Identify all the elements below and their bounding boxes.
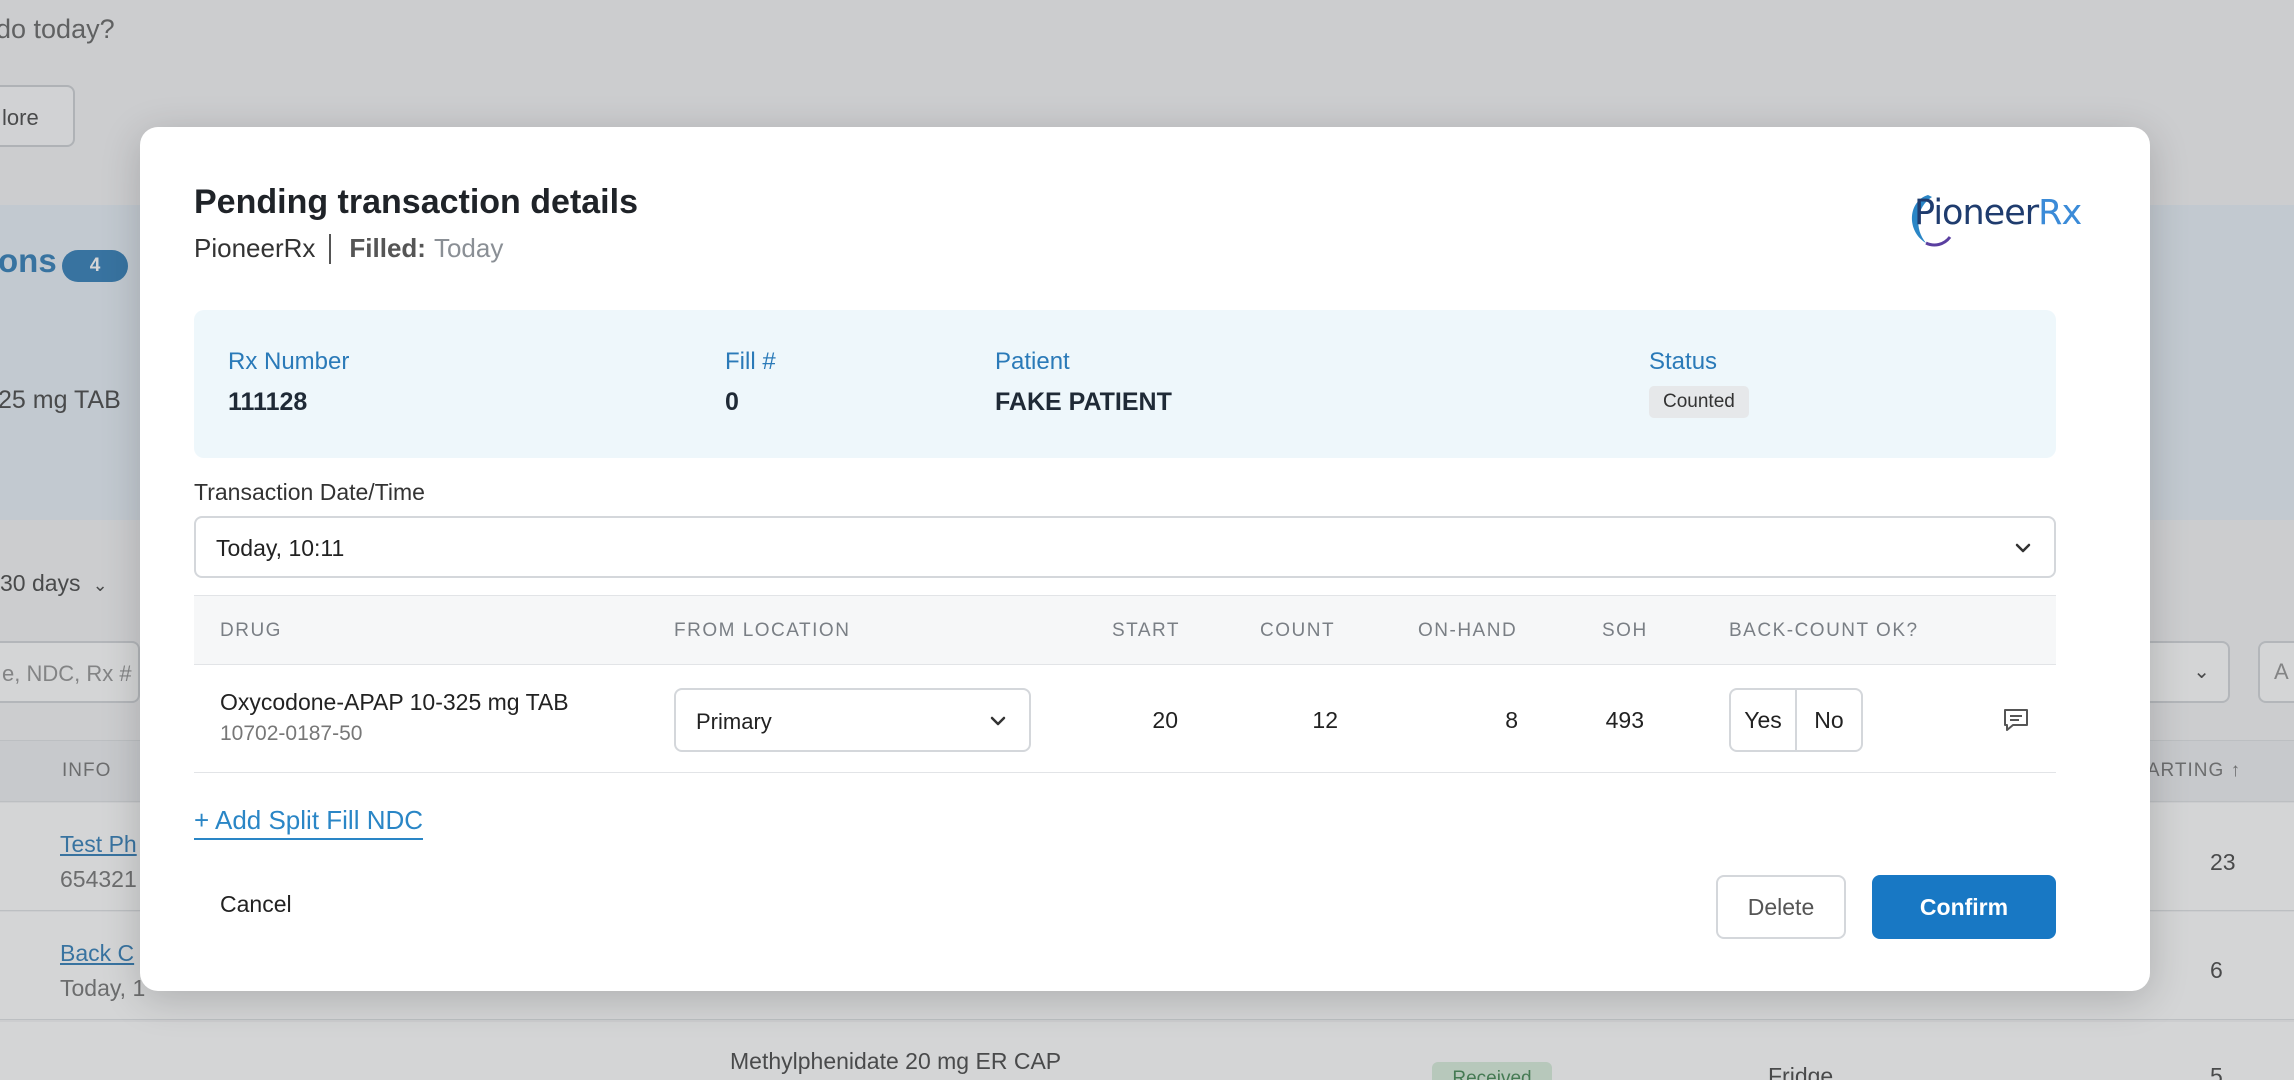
col-on-hand: ON-HAND	[1418, 620, 1518, 641]
comment-icon[interactable]	[2002, 707, 2030, 733]
confirm-button[interactable]: Confirm	[1872, 875, 2056, 939]
drug-ndc: 10702-0187-50	[220, 722, 363, 745]
transaction-datetime-select[interactable]: Today, 10:11	[194, 516, 2056, 578]
back-count-toggle[interactable]: Yes No	[1729, 688, 1863, 752]
patient-label: Patient	[995, 348, 1070, 375]
rx-number-label: Rx Number	[228, 348, 350, 375]
table-row: Oxycodone-APAP 10-325 mg TAB 10702-0187-…	[194, 665, 2056, 773]
pioneerrx-logo: PioneerRx	[1900, 185, 2082, 255]
start-value: 20	[1152, 707, 1178, 733]
source-name: PioneerRx	[194, 233, 316, 263]
back-count-no-button[interactable]: No	[1795, 690, 1861, 750]
chevron-down-icon	[990, 716, 1006, 726]
soh-value: 493	[1605, 707, 1644, 733]
fill-value: 0	[725, 388, 739, 416]
drug-name: Oxycodone-APAP 10-325 mg TAB	[220, 689, 569, 715]
add-split-fill-ndc-link[interactable]: + Add Split Fill NDC	[194, 805, 424, 840]
transaction-datetime-value: Today, 10:11	[216, 535, 345, 561]
back-count-yes-button[interactable]: Yes	[1731, 690, 1795, 750]
status-badge: Counted	[1649, 386, 1749, 418]
from-location-value: Primary	[696, 709, 772, 734]
fill-label: Fill #	[725, 348, 776, 375]
rx-number-value: 111128	[228, 388, 308, 416]
pending-transaction-modal: Pending transaction details PioneerRx Fi…	[140, 127, 2150, 991]
chevron-down-icon	[2015, 543, 2031, 553]
status-label: Status	[1649, 348, 1718, 375]
col-soh: SOH	[1602, 620, 1648, 641]
col-count: COUNT	[1260, 620, 1336, 641]
logo-main: Pioneer	[1914, 193, 2039, 233]
modal-title: Pending transaction details	[194, 183, 638, 221]
patient-value: FAKE PATIENT	[995, 388, 1172, 416]
col-drug: DRUG	[220, 620, 282, 641]
delete-button[interactable]: Delete	[1716, 875, 1846, 939]
filled-label: Filled:	[349, 233, 426, 263]
drug-table-header: DRUG FROM LOCATION START COUNT ON-HAND S…	[194, 595, 2056, 665]
divider	[329, 233, 332, 264]
rx-info-panel: Rx Number 111128 Fill # 0 Patient FAKE P…	[194, 310, 2056, 458]
col-from-location: FROM LOCATION	[674, 620, 851, 641]
modal-subtitle: PioneerRx Filled: Today	[194, 233, 503, 264]
from-location-select[interactable]: Primary	[674, 688, 1031, 752]
cancel-button[interactable]: Cancel	[220, 891, 292, 918]
transaction-datetime-label: Transaction Date/Time	[194, 479, 425, 505]
on-hand-value: 8	[1505, 707, 1518, 733]
col-back-count: BACK-COUNT OK?	[1729, 620, 1919, 641]
filled-value: Today	[433, 233, 504, 263]
logo-suffix: Rx	[2038, 193, 2082, 233]
col-start: START	[1112, 620, 1181, 641]
logo-text: PioneerRx	[1914, 193, 2082, 233]
count-value: 12	[1312, 707, 1338, 733]
